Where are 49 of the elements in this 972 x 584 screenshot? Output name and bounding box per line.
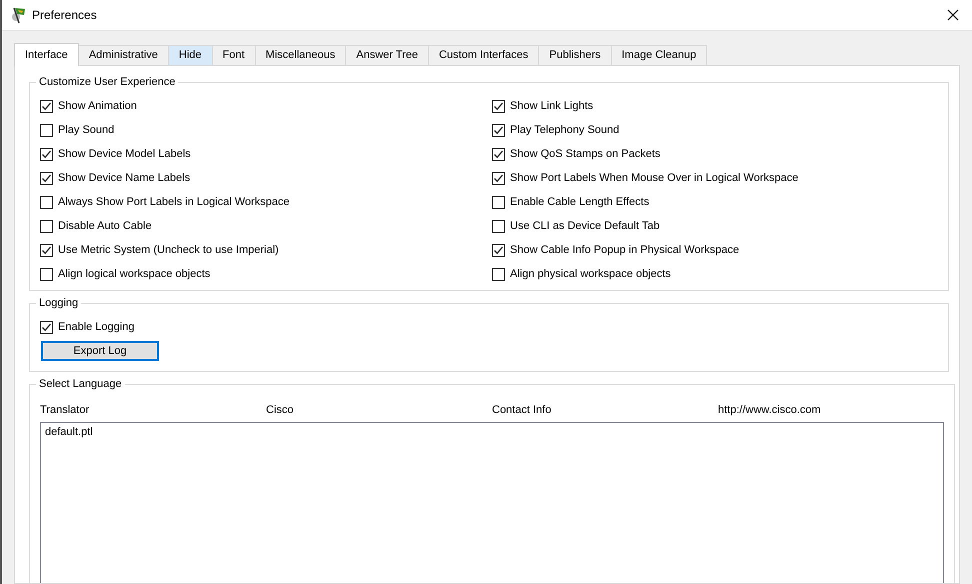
checkbox[interactable] — [40, 100, 53, 112]
checkbox-label: Use CLI as Device Default Tab — [510, 220, 660, 232]
column-header: Cisco — [266, 404, 295, 416]
tab[interactable]: Hide — [168, 45, 213, 65]
column-header: http://www.cisco.com — [718, 404, 822, 416]
checkbox-label: Enable Cable Length Effects — [510, 196, 650, 208]
checkbox[interactable] — [40, 320, 53, 334]
tab[interactable]: Image Cleanup — [610, 45, 708, 65]
checkbox-label: Use Metric System (Uncheck to use Imperial) — [58, 244, 279, 256]
checkbox[interactable] — [492, 124, 505, 136]
checkbox-label: Enable Logging — [58, 321, 134, 333]
close-icon[interactable] — [947, 9, 959, 21]
flag-icon — [10, 6, 28, 24]
checkbox[interactable] — [492, 172, 505, 184]
checkbox-label: Show Cable Info Popup in Physical Workspace — [510, 244, 740, 256]
checkbox[interactable] — [40, 124, 53, 136]
checkbox-label: Show Device Model Labels — [58, 148, 191, 160]
group-title: Customize User Experience — [38, 76, 176, 88]
list-item[interactable]: default.ptl — [45, 426, 939, 440]
checkbox[interactable] — [40, 268, 53, 280]
column-header: Contact Info — [492, 404, 552, 416]
checkbox[interactable] — [492, 196, 505, 208]
checkbox[interactable] — [40, 172, 53, 184]
checkbox[interactable] — [40, 196, 53, 208]
checkbox-label: Align physical workspace objects — [510, 268, 671, 280]
checkbox-label: Play Telephony Sound — [510, 124, 620, 136]
checkbox[interactable] — [492, 220, 505, 232]
checkbox-label: Play Sound — [58, 124, 114, 136]
checkbox-label: Show QoS Stamps on Packets — [510, 148, 660, 160]
tab[interactable]: Interface — [14, 43, 79, 66]
checkbox[interactable] — [40, 148, 53, 160]
window-title: Preferences — [32, 8, 98, 22]
checkbox[interactable] — [492, 268, 505, 280]
group-title: Select Language — [38, 378, 123, 390]
group-title: Logging — [38, 297, 80, 309]
checkbox-label: Show Device Name Labels — [58, 172, 190, 184]
export-log-button[interactable]: Export Log — [41, 341, 159, 361]
checkbox-label: Disable Auto Cable — [58, 220, 152, 232]
checkbox[interactable] — [492, 100, 505, 112]
checkbox-label: Align logical workspace objects — [58, 268, 210, 280]
column-header: Translator — [40, 404, 90, 416]
checkbox[interactable] — [40, 220, 53, 232]
checkbox-label: Show Port Labels When Mouse Over in Logical Workspace — [510, 172, 798, 184]
checkbox[interactable] — [40, 244, 53, 256]
checkbox[interactable] — [492, 244, 505, 256]
checkbox-label: Show Link Lights — [510, 100, 594, 112]
checkbox-label: Show Animation — [58, 100, 137, 112]
checkbox-label: Always Show Port Labels in Logical Workspace — [58, 196, 290, 208]
checkbox[interactable] — [492, 148, 505, 160]
